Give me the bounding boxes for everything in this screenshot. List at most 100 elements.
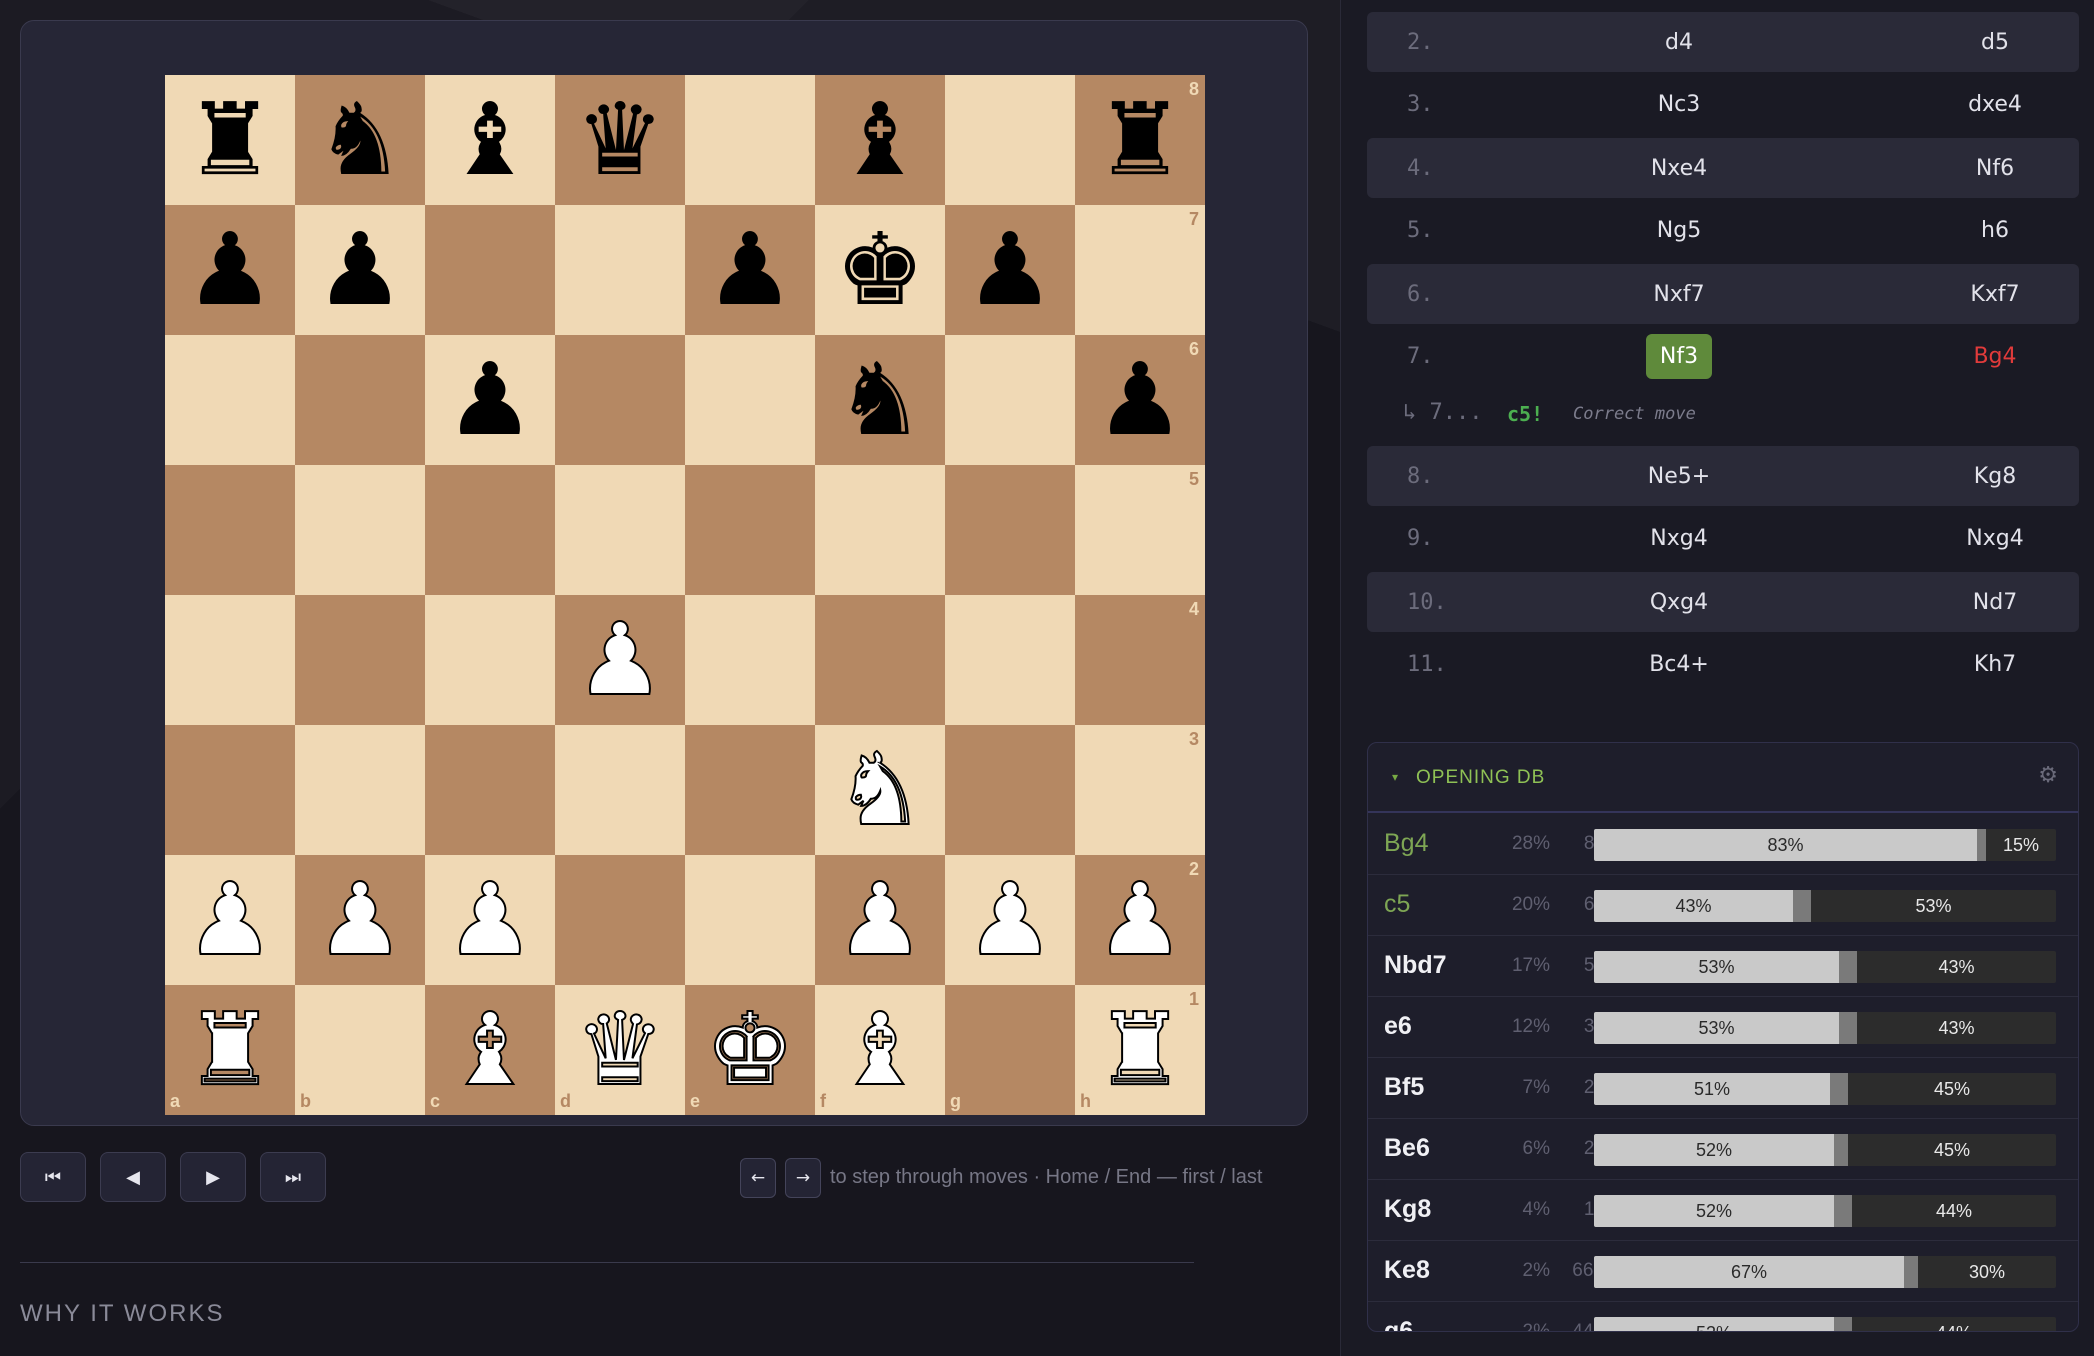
- opening-db-row[interactable]: Bg428%8k83%15%: [1368, 815, 2078, 875]
- square-f5[interactable]: [815, 465, 945, 595]
- white-knight-icon[interactable]: ♞: [834, 739, 926, 841]
- square-e8[interactable]: [685, 75, 815, 205]
- black-pawn-icon[interactable]: ♟: [705, 220, 795, 320]
- black-rook-icon[interactable]: ♜: [1095, 90, 1185, 190]
- db-move[interactable]: e6: [1384, 1012, 1412, 1041]
- opening-db-row[interactable]: Nbd717%5k53%43%: [1368, 937, 2078, 997]
- square-g1[interactable]: g: [945, 985, 1075, 1115]
- square-h8[interactable]: ♜ 8: [1075, 75, 1205, 205]
- black-move[interactable]: Nd7: [1883, 590, 2079, 615]
- square-f8[interactable]: ♝: [815, 75, 945, 205]
- square-e6[interactable]: [685, 335, 815, 465]
- white-move[interactable]: Nxg4: [1567, 526, 1791, 551]
- black-move[interactable]: Kg8: [1883, 464, 2079, 489]
- white-pawn-icon[interactable]: ♟: [1094, 869, 1186, 971]
- square-b2[interactable]: ♟: [295, 855, 425, 985]
- black-move[interactable]: Kh7: [1883, 652, 2079, 677]
- chessboard[interactable]: ♜ ♞ ♝ ♛ ♝ ♜ 8 ♟ ♟ ♟ ♚ ♟ 7 ♟ ♞ ♟ 6 5 ♟ 4 ♞ 3 ♟ ♟ ♟ ♟ ♟ ♟ 2 ♜ a b ♝ c ♛ d ♚ e ♝ f…: [165, 75, 1205, 1115]
- square-g4[interactable]: [945, 595, 1075, 725]
- black-rook-icon[interactable]: ♜: [185, 90, 275, 190]
- square-c7[interactable]: [425, 205, 555, 335]
- db-move[interactable]: Kg8: [1384, 1195, 1431, 1224]
- square-b4[interactable]: [295, 595, 425, 725]
- square-d1[interactable]: ♛ d: [555, 985, 685, 1115]
- square-g7[interactable]: ♟: [945, 205, 1075, 335]
- square-a2[interactable]: ♟: [165, 855, 295, 985]
- square-d6[interactable]: [555, 335, 685, 465]
- square-a5[interactable]: [165, 465, 295, 595]
- white-move[interactable]: Ng5: [1567, 218, 1791, 243]
- square-a6[interactable]: [165, 335, 295, 465]
- white-move[interactable]: Nxf7: [1567, 282, 1791, 307]
- square-f1[interactable]: ♝ f: [815, 985, 945, 1115]
- black-move[interactable]: Nxg4: [1883, 526, 2079, 551]
- square-a1[interactable]: ♜ a: [165, 985, 295, 1115]
- square-e3[interactable]: [685, 725, 815, 855]
- square-f7[interactable]: ♚: [815, 205, 945, 335]
- white-king-icon[interactable]: ♚: [704, 999, 796, 1101]
- opening-db-row[interactable]: Ke8 2% 663 67% 30%: [1368, 1242, 2078, 1302]
- white-pawn-icon[interactable]: ♟: [184, 869, 276, 971]
- white-move[interactable]: d4: [1567, 30, 1791, 55]
- square-a3[interactable]: [165, 725, 295, 855]
- black-bishop-icon[interactable]: ♝: [835, 90, 925, 190]
- square-c6[interactable]: ♟: [425, 335, 555, 465]
- square-e7[interactable]: ♟: [685, 205, 815, 335]
- db-move[interactable]: Ke8: [1384, 1256, 1430, 1285]
- square-b5[interactable]: [295, 465, 425, 595]
- white-pawn-icon[interactable]: ♟: [314, 869, 406, 971]
- square-h5[interactable]: 5: [1075, 465, 1205, 595]
- white-queen-icon[interactable]: ♛: [574, 999, 666, 1101]
- db-move[interactable]: Nbd7: [1384, 951, 1447, 980]
- square-d8[interactable]: ♛: [555, 75, 685, 205]
- square-h7[interactable]: 7: [1075, 205, 1205, 335]
- black-king-icon[interactable]: ♚: [835, 220, 925, 320]
- variation-move[interactable]: c5!: [1507, 402, 1543, 426]
- square-f6[interactable]: ♞: [815, 335, 945, 465]
- square-h4[interactable]: 4: [1075, 595, 1205, 725]
- opening-db-row[interactable]: c520%6k43%53%: [1368, 876, 2078, 936]
- square-f3[interactable]: ♞: [815, 725, 945, 855]
- white-move[interactable]: Nxe4: [1567, 156, 1791, 181]
- square-b8[interactable]: ♞: [295, 75, 425, 205]
- white-pawn-icon[interactable]: ♟: [834, 869, 926, 971]
- previous-move-button[interactable]: ◀: [100, 1152, 166, 1202]
- black-bishop-icon[interactable]: ♝: [445, 90, 535, 190]
- square-g8[interactable]: [945, 75, 1075, 205]
- square-d3[interactable]: [555, 725, 685, 855]
- next-move-button[interactable]: ▶: [180, 1152, 246, 1202]
- db-move[interactable]: Bf5: [1384, 1073, 1424, 1102]
- square-b1[interactable]: b: [295, 985, 425, 1115]
- white-move[interactable]: Bc4+: [1567, 652, 1791, 677]
- square-a8[interactable]: ♜: [165, 75, 295, 205]
- square-g2[interactable]: ♟: [945, 855, 1075, 985]
- square-d4[interactable]: ♟: [555, 595, 685, 725]
- opening-db-row[interactable]: g62%44352%44%: [1368, 1303, 2078, 1331]
- black-move[interactable]: h6: [1883, 218, 2079, 243]
- square-g6[interactable]: [945, 335, 1075, 465]
- square-b7[interactable]: ♟: [295, 205, 425, 335]
- square-f4[interactable]: [815, 595, 945, 725]
- last-move-button[interactable]: ⏭: [260, 1152, 326, 1202]
- square-b6[interactable]: [295, 335, 425, 465]
- square-h3[interactable]: 3: [1075, 725, 1205, 855]
- square-b3[interactable]: [295, 725, 425, 855]
- square-d5[interactable]: [555, 465, 685, 595]
- square-d2[interactable]: [555, 855, 685, 985]
- square-g5[interactable]: [945, 465, 1075, 595]
- black-pawn-icon[interactable]: ♟: [185, 220, 275, 320]
- square-c5[interactable]: [425, 465, 555, 595]
- db-move[interactable]: Be6: [1384, 1134, 1430, 1163]
- white-pawn-icon[interactable]: ♟: [964, 869, 1056, 971]
- opening-db-row[interactable]: e612%3k53%43%: [1368, 998, 2078, 1058]
- black-pawn-icon[interactable]: ♟: [1095, 350, 1185, 450]
- square-c3[interactable]: [425, 725, 555, 855]
- square-h1[interactable]: ♜ 1 h: [1075, 985, 1205, 1115]
- black-move[interactable]: Nf6: [1883, 156, 2079, 181]
- black-pawn-icon[interactable]: ♟: [965, 220, 1055, 320]
- black-move[interactable]: d5: [1883, 30, 2079, 55]
- opening-db-row[interactable]: Kg84%1k52%44%: [1368, 1181, 2078, 1241]
- opening-db-header[interactable]: ▾ OPENING DB ⚙: [1368, 743, 2078, 813]
- square-a7[interactable]: ♟: [165, 205, 295, 335]
- white-move[interactable]: Nc3: [1567, 92, 1791, 117]
